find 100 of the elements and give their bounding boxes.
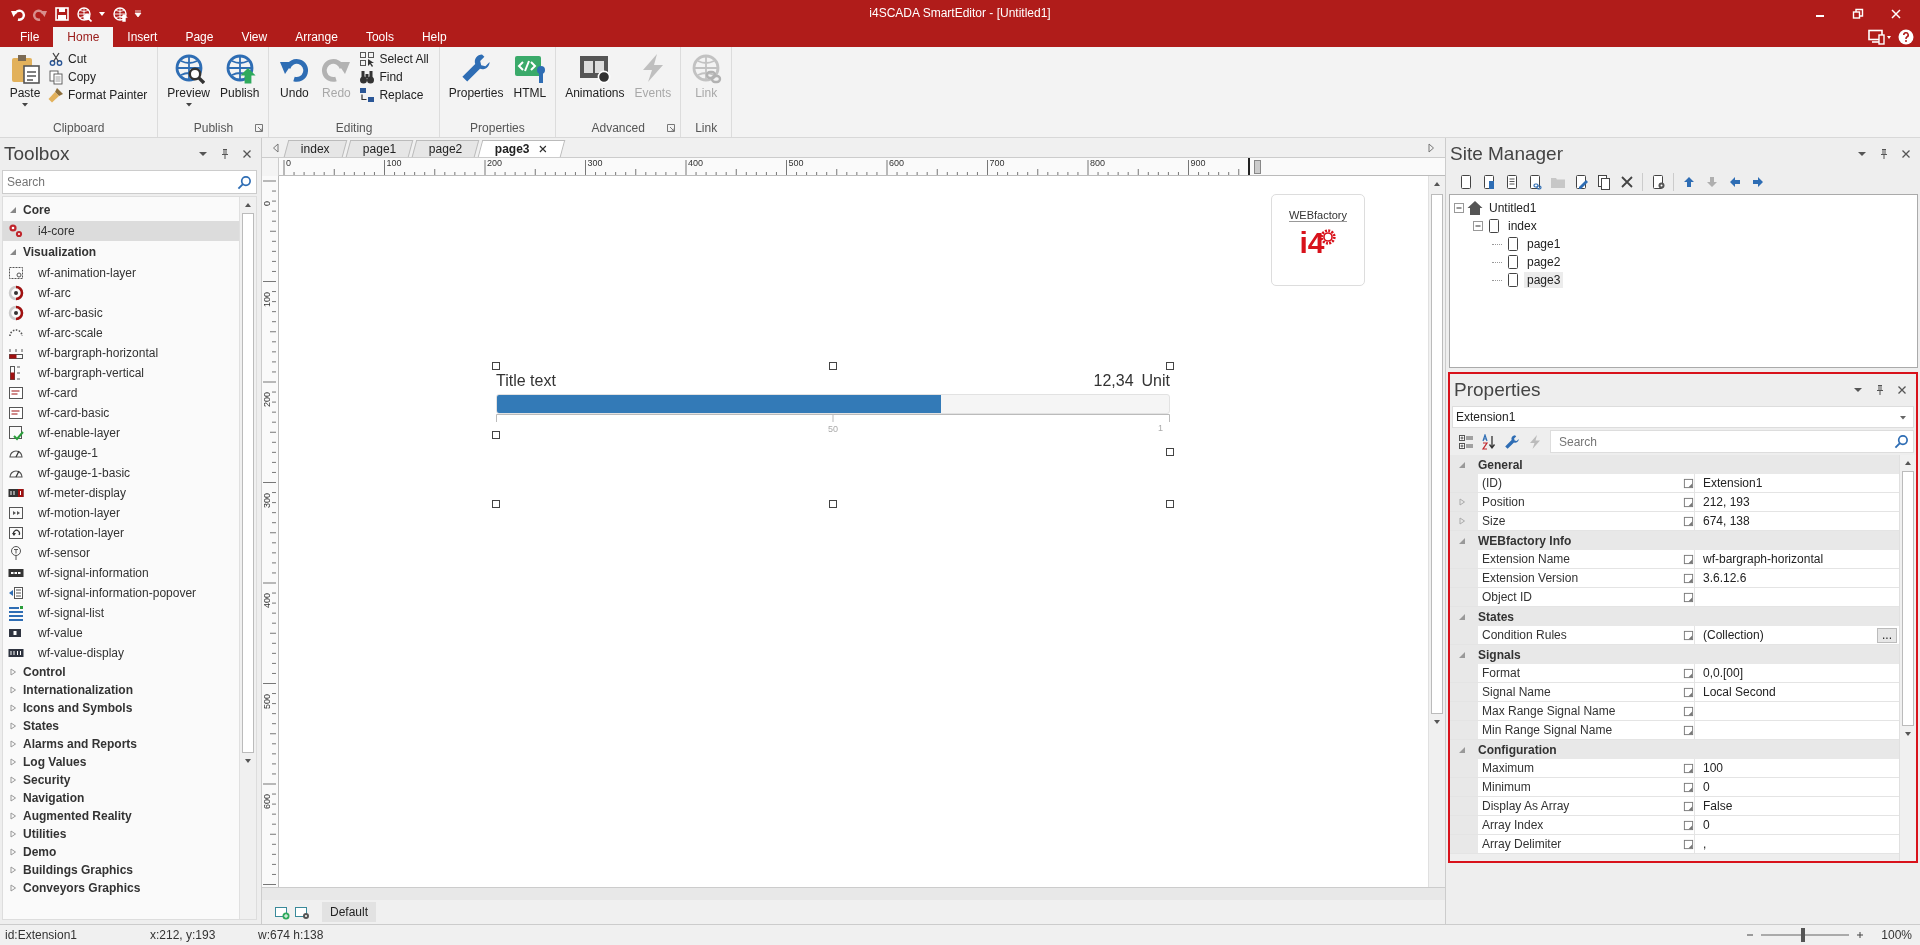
property-value[interactable]: False bbox=[1703, 799, 1733, 813]
layer-tab[interactable]: Default bbox=[322, 902, 377, 922]
property-value[interactable]: 212, 193 bbox=[1703, 495, 1750, 509]
category-header[interactable]: Log Values bbox=[3, 753, 239, 771]
property-value[interactable]: Extension1 bbox=[1703, 476, 1763, 490]
square-icon[interactable] bbox=[1683, 629, 1694, 641]
menu-tab[interactable]: File bbox=[6, 27, 54, 47]
add-layer-icon[interactable] bbox=[274, 904, 290, 920]
square-icon[interactable] bbox=[1683, 762, 1694, 774]
square-icon[interactable] bbox=[1683, 572, 1694, 584]
help-icon[interactable] bbox=[1898, 29, 1914, 45]
launcher-icon[interactable] bbox=[254, 123, 265, 133]
restore-icon[interactable] bbox=[1852, 7, 1864, 20]
search-input[interactable]: Search bbox=[1559, 431, 1894, 452]
toolbox-item[interactable]: wf-signal-information bbox=[3, 563, 239, 583]
category-header[interactable]: Core bbox=[3, 199, 239, 221]
property-value[interactable]: 0 bbox=[1703, 818, 1710, 832]
square-icon[interactable] bbox=[1683, 724, 1694, 736]
category-header[interactable]: Demo bbox=[3, 843, 239, 861]
property-value[interactable]: 100 bbox=[1703, 761, 1724, 775]
selection-handle[interactable] bbox=[1166, 447, 1174, 456]
selection-handle[interactable] bbox=[1166, 500, 1174, 508]
category-header[interactable]: Conveyors Graphics bbox=[3, 879, 239, 897]
menu-tab[interactable]: Help bbox=[407, 27, 461, 47]
square-icon[interactable] bbox=[1683, 553, 1694, 565]
delete-icon[interactable] bbox=[1619, 174, 1635, 190]
search-field[interactable]: Search bbox=[2, 170, 257, 194]
toolbox-item[interactable]: wf-signal-list bbox=[3, 603, 239, 623]
toolbox-item[interactable]: wf-arc-scale bbox=[3, 323, 239, 343]
slider-thumb[interactable] bbox=[1800, 928, 1805, 942]
property-value[interactable]: 674, 138 bbox=[1703, 514, 1750, 528]
toolbox-item[interactable]: wf-signal-information-popover bbox=[3, 583, 239, 603]
property-value[interactable]: 0 bbox=[1703, 780, 1710, 794]
save-icon[interactable] bbox=[54, 5, 70, 22]
ribbon-button[interactable]: Find bbox=[359, 69, 433, 85]
scrollbar[interactable] bbox=[1428, 176, 1445, 887]
tree-item[interactable]: page1 bbox=[1524, 236, 1564, 252]
ellipsis-button[interactable]: ... bbox=[1877, 627, 1897, 643]
square-icon[interactable] bbox=[1683, 477, 1694, 489]
copy-icon[interactable] bbox=[1596, 174, 1612, 190]
category-header[interactable]: Augmented Reality bbox=[3, 807, 239, 825]
publish-icon[interactable] bbox=[112, 5, 128, 22]
menu-tab[interactable]: View bbox=[227, 27, 282, 47]
toolbox-item[interactable]: wf-bargraph-vertical bbox=[3, 363, 239, 383]
square-icon[interactable] bbox=[1683, 515, 1694, 527]
property-value[interactable]: wf-bargraph-horizontal bbox=[1703, 552, 1824, 566]
ribbon-button[interactable]: Undo bbox=[275, 51, 314, 119]
toolbox-item[interactable]: wf-gauge-1-basic bbox=[3, 463, 239, 483]
pin-icon[interactable] bbox=[1874, 384, 1886, 396]
category-header[interactable]: Internationalization bbox=[3, 681, 239, 699]
caret-icon[interactable] bbox=[98, 9, 106, 18]
mobile-page-icon[interactable] bbox=[1481, 174, 1497, 190]
ribbon-button[interactable]: Copy bbox=[48, 69, 152, 85]
property-value[interactable]: 3.6.12.6 bbox=[1703, 571, 1747, 585]
category-header[interactable]: States bbox=[3, 717, 239, 735]
ribbon-button[interactable]: Preview bbox=[164, 51, 214, 119]
toolbox-item[interactable]: i4-core bbox=[3, 221, 239, 241]
toolbox-item[interactable]: wf-bargraph-horizontal bbox=[3, 343, 239, 363]
ribbon-button[interactable]: Properties bbox=[445, 51, 507, 119]
toolbox-item[interactable]: wf-value-display bbox=[3, 643, 239, 663]
edit-page-icon[interactable] bbox=[1573, 174, 1589, 190]
object-dropdown[interactable]: Extension1 bbox=[1452, 406, 1914, 428]
sort-icon[interactable] bbox=[1481, 433, 1497, 450]
square-icon[interactable] bbox=[1683, 819, 1694, 831]
scroll-right-icon[interactable] bbox=[1427, 143, 1435, 153]
link-page-icon[interactable] bbox=[1527, 174, 1543, 190]
menu-tab[interactable]: Home bbox=[53, 27, 114, 47]
selection-handle[interactable] bbox=[492, 362, 500, 370]
menu-tab[interactable]: Insert bbox=[113, 27, 172, 47]
wrench-icon[interactable] bbox=[1504, 433, 1520, 450]
menu-tab[interactable]: Page bbox=[171, 27, 228, 47]
collapse-icon[interactable] bbox=[1454, 203, 1464, 213]
close-icon[interactable] bbox=[1896, 384, 1908, 396]
document-tab[interactable]: index bbox=[283, 140, 347, 157]
ribbon-button[interactable]: Select All bbox=[359, 51, 433, 67]
category-header[interactable]: Visualization bbox=[3, 241, 239, 263]
category-header[interactable]: Icons and Symbols bbox=[3, 699, 239, 717]
layer-settings-icon[interactable] bbox=[294, 904, 310, 920]
square-icon[interactable] bbox=[1683, 800, 1694, 812]
category-header[interactable]: Alarms and Reports bbox=[3, 735, 239, 753]
pin-icon[interactable] bbox=[219, 148, 231, 160]
toolbox-item[interactable]: wf-enable-layer bbox=[3, 423, 239, 443]
page-icon[interactable] bbox=[1458, 174, 1474, 190]
toolbox-item[interactable]: wf-sensor bbox=[3, 543, 239, 563]
document-tab[interactable]: page2 bbox=[411, 140, 480, 157]
ribbon-button[interactable]: Animations bbox=[562, 51, 628, 119]
toolbox-item[interactable]: wf-meter-display bbox=[3, 483, 239, 503]
toolbox-item[interactable]: wf-animation-layer bbox=[3, 263, 239, 283]
design-canvas[interactable]: WEBfactory i4 Title text 12,34 Unit 50 1 bbox=[279, 176, 1428, 887]
property-value[interactable]: Local Second bbox=[1703, 685, 1776, 699]
device-icon[interactable] bbox=[1868, 29, 1892, 45]
tree-item[interactable]: index bbox=[1505, 218, 1540, 234]
square-icon[interactable] bbox=[1683, 705, 1694, 717]
collapse-icon[interactable] bbox=[1473, 221, 1483, 231]
page-width-marker[interactable] bbox=[1248, 158, 1262, 175]
preview-icon[interactable] bbox=[76, 5, 92, 22]
toolbox-item[interactable]: wf-motion-layer bbox=[3, 503, 239, 523]
customize-caret-icon[interactable] bbox=[134, 9, 142, 18]
selection-handle[interactable] bbox=[829, 362, 837, 370]
square-icon[interactable] bbox=[1683, 667, 1694, 679]
